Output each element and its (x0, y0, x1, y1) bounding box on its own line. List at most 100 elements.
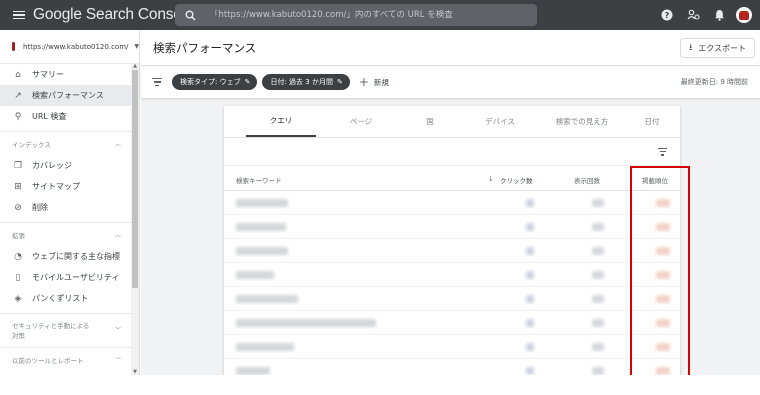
bell-icon[interactable] (706, 0, 732, 30)
sidebar-item-label: 削除 (32, 203, 48, 212)
clicks-cell (526, 223, 534, 231)
table-header: 検索キーワード ↓ クリック数 表示回数 掲載順位 (224, 166, 680, 191)
section-label: セキュリティと手動による 対策 (12, 321, 89, 341)
sitemap-icon: ⊞ (14, 181, 22, 192)
search-icon: ⚲ (14, 111, 22, 122)
chevron-up-icon: ︿ (114, 232, 121, 239)
section-legacy-header[interactable]: 以前のツールとレポート ﹀ (0, 347, 139, 371)
table-body (224, 191, 680, 383)
keyword-cell (236, 199, 288, 207)
sidebar-item-breadcrumbs[interactable]: ◈ パンくずリスト (0, 288, 139, 309)
sidebar-item-performance[interactable]: ↗ 検索パフォーマンス (0, 85, 139, 106)
download-icon: ⭳ (689, 43, 693, 53)
tab-dates[interactable]: 日付 (632, 106, 672, 137)
keyword-cell (236, 223, 286, 231)
last-updated: 最終更新日: 9 時間前 (680, 78, 748, 86)
impressions-cell (592, 199, 604, 207)
clicks-cell (526, 199, 534, 207)
filter-icon[interactable] (152, 78, 162, 86)
table-row[interactable] (224, 215, 680, 239)
export-button[interactable]: ⭳ エクスポート (680, 38, 755, 58)
section-label: インデックス (12, 140, 51, 149)
coverage-icon: ❐ (13, 160, 23, 171)
tab-search-appearance[interactable]: 検索での見え方 (544, 106, 620, 137)
clicks-cell (526, 247, 534, 255)
scroll-thumb[interactable] (132, 70, 138, 288)
mobile-icon: ▯ (15, 272, 21, 283)
col-header-impressions[interactable]: 表示回数 (574, 175, 600, 185)
sidebar-scrollbar[interactable]: ▲ ▼ (131, 64, 139, 375)
results-card: クエリ ページ 国 デバイス 検索での見え方 日付 検索キーワード ↓ クリック… (224, 106, 680, 383)
section-index-header[interactable]: インデックス ︿ (0, 131, 139, 155)
chevron-down-icon: ﹀ (114, 357, 121, 364)
section-label: 拡張 (12, 231, 25, 240)
table-row[interactable] (224, 263, 680, 287)
table-row[interactable] (224, 239, 680, 263)
breadcrumb-icon: ◈ (14, 293, 22, 304)
keyword-cell (236, 343, 294, 351)
section-label: 以前のツールとレポート (12, 356, 84, 365)
table-toolbar (224, 138, 680, 166)
sidebar-item-summary[interactable]: ⌂ サマリー (0, 64, 139, 85)
sidebar-item-url-inspection[interactable]: ⚲ URL 検査 (0, 106, 139, 127)
scroll-up-icon[interactable]: ▲ (132, 64, 138, 69)
chip-label: 日付: 過去 3 か月間 (270, 78, 333, 86)
col-header-clicks[interactable]: クリック数 (500, 175, 533, 185)
hamburger-menu-icon[interactable] (13, 10, 25, 20)
export-label: エクスポート (698, 43, 746, 53)
pencil-icon: ✎ (336, 78, 343, 86)
keyword-cell (236, 271, 274, 279)
tab-pages[interactable]: ページ (330, 106, 392, 137)
sidebar-item-label: URL 検査 (32, 112, 67, 121)
app-title[interactable]: Google Search Console (33, 6, 194, 24)
table-row[interactable] (224, 287, 680, 311)
chip-label: 検索タイプ: ウェブ (180, 78, 241, 86)
sidebar-item-removals[interactable]: ⊘ 削除 (0, 197, 139, 218)
keyword-cell (236, 319, 376, 327)
chip-search-type[interactable]: 検索タイプ: ウェブ ✎ (172, 74, 258, 90)
manage-users-icon[interactable] (680, 0, 706, 30)
clicks-cell (526, 319, 534, 327)
sidebar-item-label: サマリー (32, 70, 64, 79)
sidebar-item-sitemaps[interactable]: ⊞ サイトマップ (0, 176, 139, 197)
help-icon[interactable]: ? (654, 0, 680, 30)
col-header-keyword[interactable]: 検索キーワード (236, 175, 282, 185)
chevron-up-icon: ︿ (114, 141, 121, 148)
table-row[interactable] (224, 191, 680, 215)
tab-devices[interactable]: デバイス (470, 106, 530, 137)
sidebar-item-label: サイトマップ (32, 182, 80, 191)
new-filter-button[interactable]: + 新規 (359, 75, 389, 89)
property-selector[interactable]: https://www.kabuto0120.com/ ▼ (0, 30, 139, 64)
section-label-line2: 対策 (12, 331, 25, 340)
section-enhancements-header[interactable]: 拡張 ︿ (0, 222, 139, 246)
clicks-cell (526, 367, 534, 375)
url-inspect-search[interactable] (175, 4, 537, 26)
account-avatar[interactable] (736, 7, 752, 23)
impressions-cell (592, 367, 604, 375)
position-column-highlight (630, 166, 690, 390)
impressions-cell (592, 295, 604, 303)
table-row[interactable] (224, 311, 680, 335)
search-icon (185, 10, 196, 21)
page-header: 検索パフォーマンス ⭳ エクスポート (141, 30, 760, 66)
sidebar-item-core-web-vitals[interactable]: ◔ ウェブに関する主な指標 (0, 246, 139, 267)
top-app-bar: Google Search Console ? (0, 0, 760, 30)
removal-icon: ⊘ (14, 202, 22, 213)
table-filter-icon[interactable] (658, 148, 667, 156)
tab-queries[interactable]: クエリ (246, 106, 316, 137)
chip-date-range[interactable]: 日付: 過去 3 か月間 ✎ (262, 74, 350, 90)
sidebar-item-mobile-usability[interactable]: ▯ モバイルユーザビリティ (0, 267, 139, 288)
page-title: 検索パフォーマンス (153, 40, 257, 55)
property-favicon-icon (12, 42, 16, 51)
sidebar-item-label: 検索パフォーマンス (32, 91, 104, 100)
tab-countries[interactable]: 国 (410, 106, 450, 137)
plus-icon: + (358, 75, 369, 89)
clicks-cell (526, 343, 534, 351)
keyword-cell (236, 295, 298, 303)
sidebar-item-coverage[interactable]: ❐ カバレッジ (0, 155, 139, 176)
keyword-cell (236, 367, 270, 375)
table-row[interactable] (224, 335, 680, 359)
sidebar-item-label: カバレッジ (32, 161, 72, 170)
section-security-header[interactable]: セキュリティと手動による 対策 ﹀ (0, 313, 139, 347)
search-input[interactable] (210, 10, 530, 20)
